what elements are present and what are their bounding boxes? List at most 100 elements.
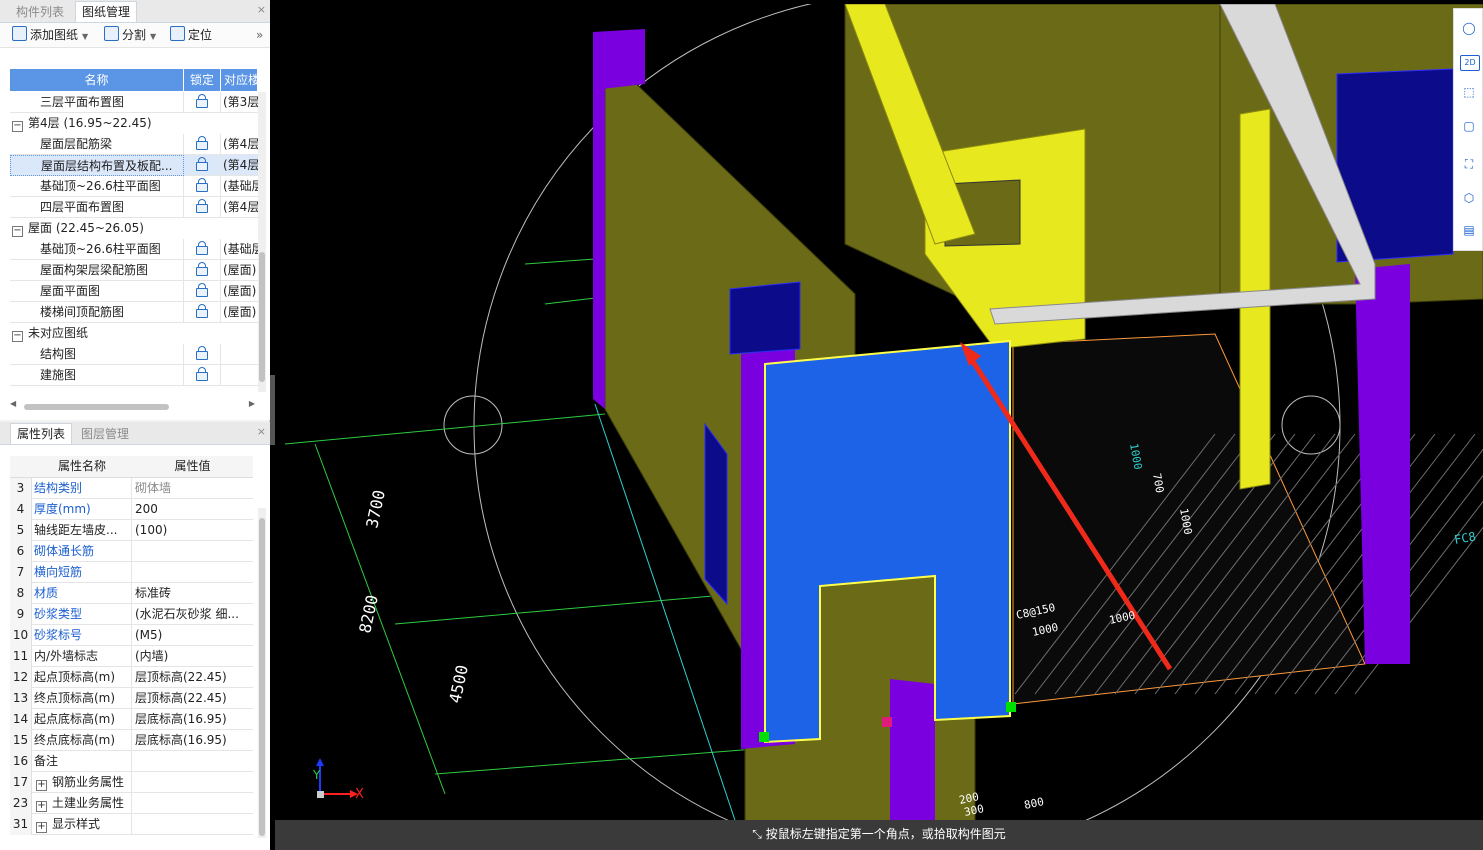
lock-icon[interactable] — [196, 283, 208, 297]
property-row[interactable]: 15 终点底标高(m) 层底标高(16.95) — [10, 730, 253, 751]
column-property-name[interactable]: 属性名称 — [32, 456, 132, 477]
3d-viewport[interactable]: 3700 8200 4500 C8@150 1000 1000 700 1000… — [275, 4, 1483, 850]
property-row[interactable]: 7 横向短筋 — [10, 562, 253, 583]
property-value[interactable] — [132, 772, 253, 793]
lock-cell[interactable] — [184, 176, 221, 197]
property-row[interactable]: 12 起点顶标高(m) 层顶标高(22.45) — [10, 667, 253, 688]
property-value[interactable]: (内墙) — [132, 646, 253, 667]
drawing-group[interactable]: − 第4层 (16.95~22.45) — [10, 113, 152, 134]
drawing-row[interactable]: 基础顶~26.6柱平面图 (基础层 — [10, 239, 258, 260]
lock-cell[interactable] — [184, 281, 221, 302]
chevron-down-icon[interactable]: ▼ — [82, 32, 88, 41]
property-row[interactable]: 13 终点顶标高(m) 层顶标高(22.45) — [10, 688, 253, 709]
property-row[interactable]: 9 砂浆类型 (水泥石灰砂浆 细... — [10, 604, 253, 625]
lock-icon[interactable] — [196, 241, 208, 255]
drawing-row[interactable]: 四层平面布置图 (第4层 — [10, 197, 258, 218]
lock-cell[interactable] — [184, 365, 221, 386]
property-list-vscroll[interactable] — [258, 508, 266, 838]
drawing-list-hscroll-thumb[interactable] — [24, 404, 169, 410]
property-row[interactable]: 5 轴线距左墙皮... (100) — [10, 520, 253, 541]
lock-icon[interactable] — [196, 157, 208, 171]
view-cube-icon[interactable]: ⬡ — [1460, 189, 1478, 207]
lock-cell[interactable] — [184, 302, 221, 323]
property-row[interactable]: 14 起点底标高(m) 层底标高(16.95) — [10, 709, 253, 730]
column-1-side[interactable] — [593, 44, 605, 409]
window-3[interactable] — [704, 422, 728, 606]
column-name[interactable]: 名称 — [10, 69, 184, 91]
drawing-row[interactable]: 建施图 — [10, 365, 258, 386]
locate-button[interactable]: 定位 — [170, 23, 212, 47]
property-value[interactable]: (100) — [132, 520, 253, 541]
drawing-group[interactable]: − 屋面 (22.45~26.05) — [10, 218, 144, 239]
split-button[interactable]: 分割 ▼ — [104, 23, 156, 49]
property-value[interactable]: 层顶标高(22.45) — [132, 667, 253, 688]
property-value[interactable]: 砌体墙 — [132, 478, 253, 499]
tab-drawing-management[interactable]: 图纸管理 — [75, 1, 138, 22]
property-row[interactable]: 10 砂浆标号 (M5) — [10, 625, 253, 646]
lock-icon[interactable] — [196, 304, 208, 318]
orbit-handle-right[interactable] — [1281, 395, 1341, 455]
property-value[interactable]: 层底标高(16.95) — [132, 709, 253, 730]
property-row[interactable]: 23 + 土建业务属性 — [10, 793, 253, 814]
property-value[interactable]: (水泥石灰砂浆 细... — [132, 604, 253, 625]
property-value[interactable]: 层顶标高(22.45) — [132, 688, 253, 709]
orbit-handle-left[interactable] — [443, 395, 503, 455]
property-row[interactable]: 31 + 显示样式 — [10, 814, 253, 835]
property-row[interactable]: 6 砌体通长筋 — [10, 541, 253, 562]
lock-icon[interactable] — [196, 346, 208, 360]
lock-cell[interactable] — [184, 239, 221, 260]
drawing-row[interactable]: 楼梯间顶配筋图 (屋面) — [10, 302, 258, 323]
lock-cell[interactable] — [184, 134, 221, 155]
drawing-list-hscroll[interactable]: ◀ ▶ — [10, 399, 255, 412]
add-drawing-button[interactable]: 添加图纸 ▼ — [12, 23, 88, 49]
lock-cell[interactable] — [184, 92, 221, 113]
drawing-row[interactable]: 屋面层配筋梁 (第4层 — [10, 134, 258, 155]
fullscreen-icon[interactable]: ⛶ — [1460, 155, 1478, 173]
drawing-row[interactable]: 屋面构架层梁配筋图 (屋面) — [10, 260, 258, 281]
close-icon[interactable]: × — [257, 425, 266, 438]
drawing-list-vscroll[interactable] — [258, 92, 266, 392]
lock-icon[interactable] — [196, 94, 208, 108]
expand-icon[interactable]: + — [36, 822, 47, 833]
property-row[interactable]: 11 内/外墙标志 (内墙) — [10, 646, 253, 667]
grip-point-start[interactable] — [759, 732, 769, 742]
close-icon[interactable]: × — [257, 3, 266, 16]
tab-layer-management[interactable]: 图层管理 — [75, 424, 135, 444]
collapse-icon[interactable]: − — [12, 331, 23, 342]
lock-icon[interactable] — [196, 367, 208, 381]
3d-scene[interactable]: 3700 8200 4500 C8@150 1000 1000 700 1000… — [275, 4, 1483, 850]
notes-icon[interactable]: ▤ — [1460, 221, 1478, 239]
scroll-right-icon[interactable]: ▶ — [249, 399, 255, 408]
expand-icon[interactable]: + — [36, 801, 47, 812]
property-value[interactable]: 200 — [132, 499, 253, 520]
property-row[interactable]: 17 + 钢筋业务属性 — [10, 772, 253, 793]
drawing-row[interactable]: 基础顶~26.6柱平面图 (基础层 — [10, 176, 258, 197]
box-icon[interactable]: ▢ — [1460, 117, 1478, 135]
drawing-row[interactable]: 屋面平面图 (屋面) — [10, 281, 258, 302]
collapse-icon[interactable]: − — [12, 121, 23, 132]
property-value[interactable] — [132, 562, 253, 583]
property-list-vscroll-thumb[interactable] — [259, 518, 265, 836]
property-value[interactable] — [132, 814, 253, 835]
column-mapping[interactable]: 对应楼 — [221, 69, 258, 91]
lock-icon[interactable] — [196, 136, 208, 150]
window-1[interactable] — [729, 281, 801, 355]
orbit-icon[interactable]: ◯ — [1460, 19, 1478, 37]
more-tools-icon[interactable]: » — [256, 23, 263, 47]
tab-property-list[interactable]: 属性列表 — [10, 423, 73, 444]
property-value[interactable] — [132, 541, 253, 562]
chevron-down-icon[interactable]: ▼ — [150, 32, 156, 41]
drawing-row[interactable]: 屋面层结构布置及板配... (第4层 — [10, 155, 258, 176]
property-value[interactable]: 层底标高(16.95) — [132, 730, 253, 751]
property-value[interactable] — [132, 793, 253, 814]
scroll-left-icon[interactable]: ◀ — [10, 399, 16, 408]
grip-point-end[interactable] — [1006, 702, 1016, 712]
lock-cell[interactable] — [184, 197, 221, 218]
grip-point-mid[interactable] — [882, 717, 892, 727]
lock-cell[interactable] — [184, 344, 221, 365]
drawing-row[interactable]: 结构图 — [10, 344, 258, 365]
column-property-value[interactable]: 属性值 — [132, 456, 253, 477]
property-row[interactable]: 8 材质 标准砖 — [10, 583, 253, 604]
drawing-group[interactable]: − 未对应图纸 — [10, 323, 88, 344]
expand-icon[interactable]: + — [36, 780, 47, 791]
